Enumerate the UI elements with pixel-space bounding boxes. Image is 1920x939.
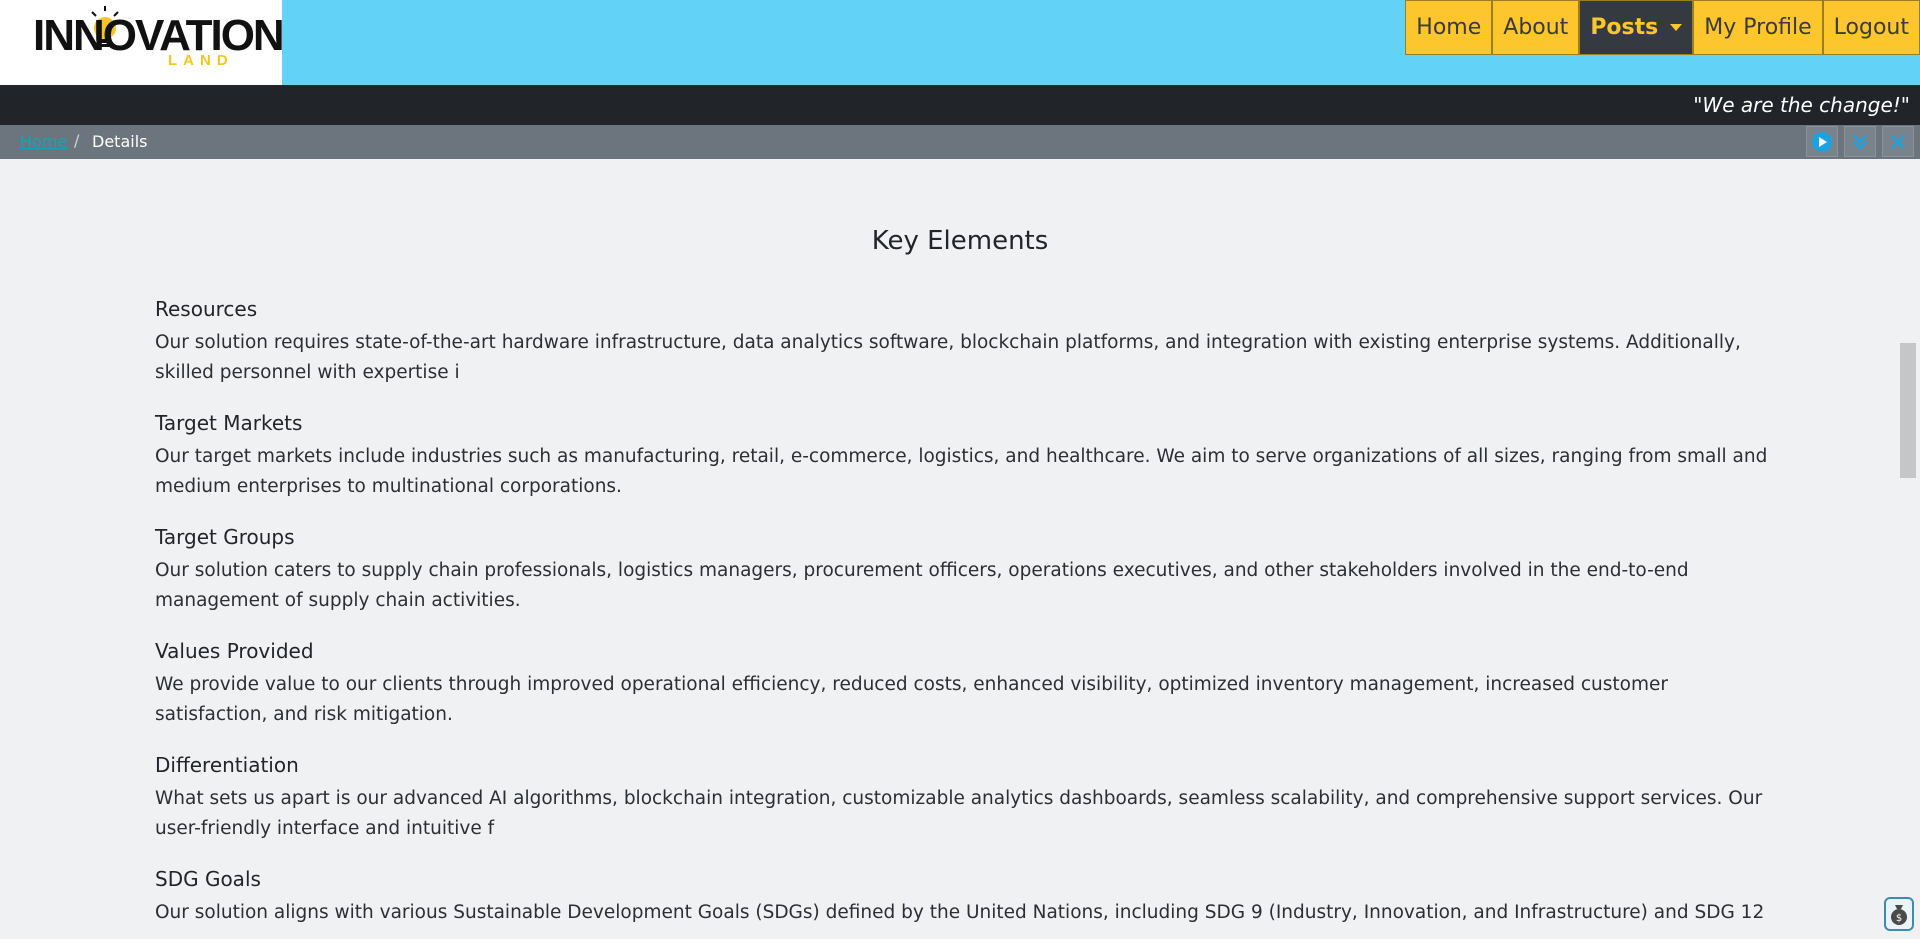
section-title: Target Groups (155, 525, 295, 549)
section-title: SDG Goals (155, 867, 261, 891)
section-values-provided: Values Provided We provide value to our … (155, 639, 1775, 730)
logo-text: INNOVATION (33, 11, 285, 60)
section-sdg-goals: SDG Goals Our solution aligns with vario… (155, 867, 1775, 928)
play-button[interactable] (1806, 126, 1838, 157)
logo[interactable]: INNOVATION LAND (0, 0, 285, 85)
section-title: Target Markets (155, 411, 303, 435)
section-target-groups: Target Groups Our solution caters to sup… (155, 525, 1775, 616)
expand-down-button[interactable] (1844, 126, 1876, 157)
section-body: We provide value to our clients through … (155, 674, 1668, 725)
breadcrumb-current: Details (92, 132, 148, 151)
section-body: Our solution requires state-of-the-art h… (155, 332, 1741, 383)
nav-posts-label: Posts (1590, 15, 1659, 40)
money-bag-icon: $ (1891, 905, 1907, 925)
breadcrumb-separator: / (74, 131, 80, 150)
section-title: Resources (155, 297, 258, 321)
tagline-bar: "We are the change!" (0, 85, 1920, 125)
section-differentiation: Differentiation What sets us apart is ou… (155, 753, 1775, 844)
logo-subtext: LAND (168, 52, 234, 69)
tagline: "We are the change!" (1693, 93, 1910, 117)
nav-my-profile[interactable]: My Profile (1693, 0, 1823, 55)
nav-logout-label: Logout (1833, 15, 1909, 40)
floating-helper-button[interactable]: $ (1884, 897, 1914, 931)
play-icon (1812, 131, 1832, 152)
section-body: Our target markets include industries su… (155, 446, 1768, 497)
nav-home-label: Home (1416, 15, 1482, 40)
header: INNOVATION LAND Home About Posts My Prof… (0, 0, 1920, 85)
nav-about[interactable]: About (1492, 0, 1580, 55)
close-button[interactable] (1882, 126, 1914, 157)
double-chevron-down-icon (1853, 134, 1867, 150)
section-resources: Resources Our solution requires state-of… (155, 297, 1775, 388)
nav-home[interactable]: Home (1405, 0, 1493, 55)
scrollbar-thumb[interactable] (1900, 343, 1916, 478)
nav-posts-dropdown[interactable]: Posts (1579, 0, 1694, 55)
breadcrumb-home-link[interactable]: Home (20, 132, 67, 151)
close-icon (1891, 134, 1905, 149)
page-title: Key Elements (871, 226, 1049, 256)
section-title: Differentiation (155, 753, 299, 777)
nav-logout[interactable]: Logout (1822, 0, 1920, 55)
caret-down-icon (1670, 24, 1683, 31)
svg-text:$: $ (1896, 913, 1902, 924)
section-body: Our solution aligns with various Sustain… (155, 902, 1765, 923)
breadcrumb: Home / Details (0, 125, 1920, 159)
section-body: What sets us apart is our advanced AI al… (155, 788, 1763, 839)
reader-toolbar (1806, 126, 1914, 157)
nav-about-label: About (1503, 15, 1569, 40)
main-nav: Home About Posts My Profile Logout (1405, 0, 1920, 55)
section-target-markets: Target Markets Our target markets includ… (155, 411, 1775, 502)
nav-my-profile-label: My Profile (1704, 15, 1812, 40)
section-title: Values Provided (155, 639, 314, 663)
section-body: Our solution caters to supply chain prof… (155, 560, 1689, 611)
